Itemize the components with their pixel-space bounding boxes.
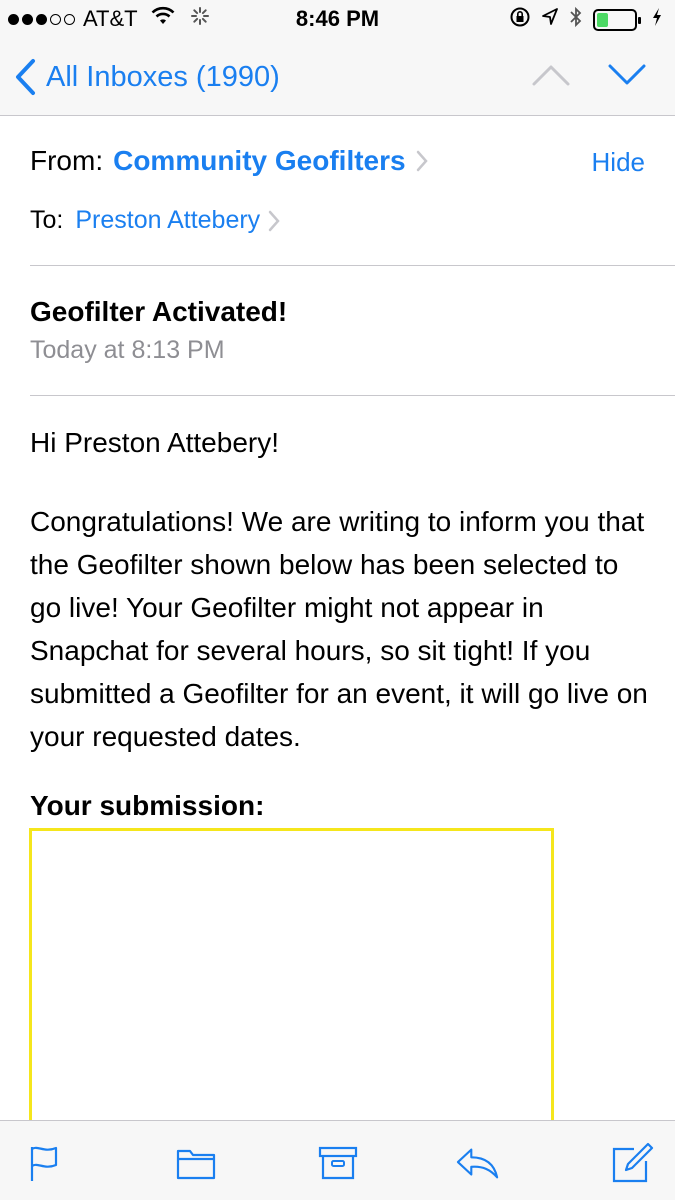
from-label: From: <box>30 145 104 176</box>
reply-button[interactable] <box>456 1141 500 1185</box>
compose-icon <box>612 1142 654 1183</box>
to-label: To: <box>30 206 64 234</box>
chevron-right-icon <box>416 150 428 172</box>
subject-divider <box>30 395 675 396</box>
submission-label: Your submission: <box>30 790 265 821</box>
bottom-toolbar <box>0 1120 675 1200</box>
message-navigation <box>531 62 647 93</box>
battery-fill <box>597 13 608 27</box>
email-greeting: Hi Preston Attebery! <box>30 427 280 458</box>
back-button-label: All Inboxes (1990) <box>46 60 280 93</box>
email-body: Congratulations! We are writing to infor… <box>30 506 648 752</box>
header-divider <box>30 265 675 266</box>
compose-button[interactable] <box>610 1141 654 1185</box>
flag-button[interactable] <box>22 1141 66 1185</box>
status-right <box>509 6 663 34</box>
move-to-folder-button[interactable] <box>174 1141 218 1185</box>
location-icon <box>541 7 559 33</box>
chevron-down-icon <box>608 64 646 85</box>
recipient-name[interactable]: Preston Attebery <box>75 206 260 235</box>
email-subject: Geofilter Activated! <box>30 296 288 327</box>
status-bar: AT&T 8:46 PM <box>0 0 675 40</box>
reply-icon <box>456 1148 499 1179</box>
bluetooth-icon <box>569 6 583 34</box>
navigation-bar: All Inboxes (1990) <box>0 40 675 116</box>
back-button[interactable]: All Inboxes (1990) <box>14 58 280 96</box>
chevron-left-icon <box>16 59 35 95</box>
battery-icon <box>593 9 641 31</box>
archive-icon <box>318 1146 358 1180</box>
folder-icon <box>176 1149 216 1180</box>
rotation-lock-icon <box>509 6 531 34</box>
archive-button[interactable] <box>316 1141 360 1185</box>
hide-button[interactable]: Hide <box>592 147 645 178</box>
flag-icon <box>30 1146 58 1181</box>
from-row: From: Community Geofilters <box>30 145 428 177</box>
chevron-up-icon <box>532 65 570 86</box>
chevron-right-icon <box>268 210 280 231</box>
to-row: To: Preston Attebery <box>30 206 280 235</box>
submission-image <box>29 828 554 1128</box>
previous-message-button[interactable] <box>531 62 571 93</box>
charging-icon <box>651 7 663 33</box>
sender-name[interactable]: Community Geofilters <box>113 145 405 177</box>
email-date: Today at 8:13 PM <box>30 336 225 364</box>
next-message-button[interactable] <box>607 62 647 93</box>
